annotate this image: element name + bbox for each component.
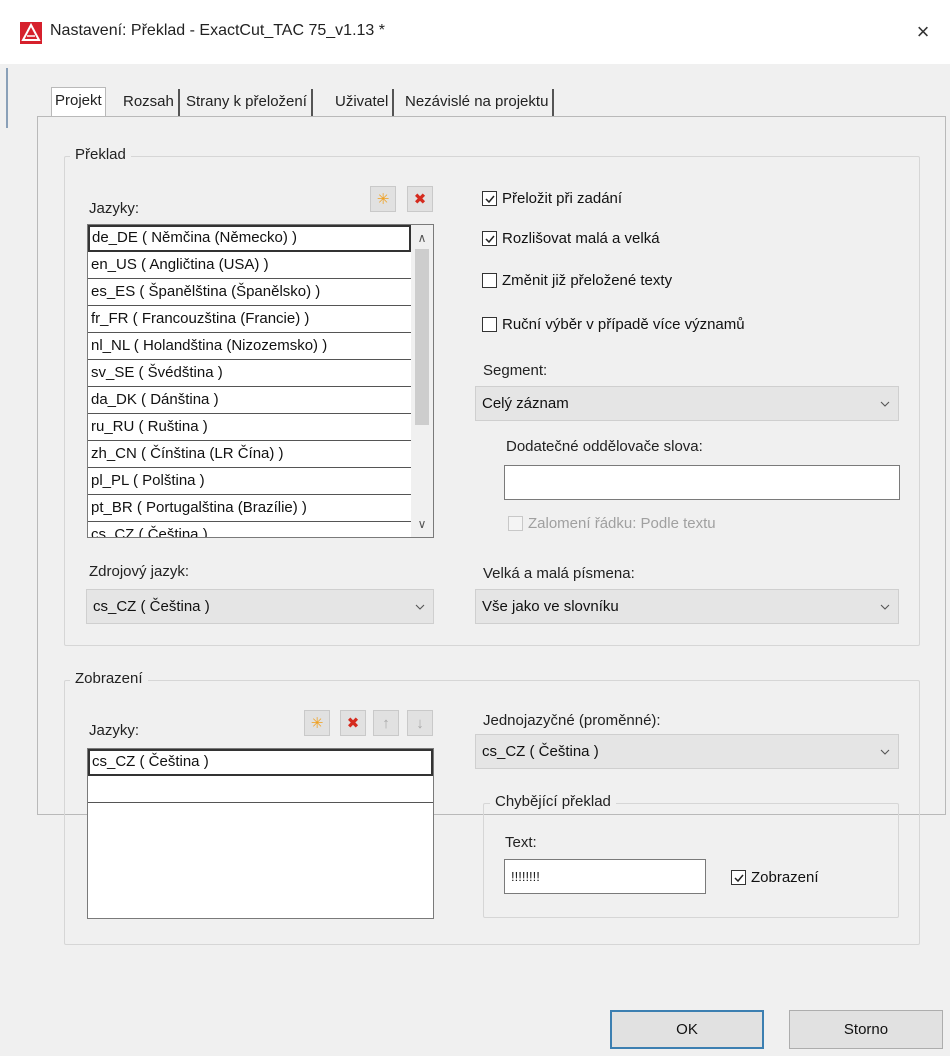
tab-strany[interactable]: Strany k přeložení [182, 89, 313, 117]
checkbox-label: Změnit již přeložené texty [502, 272, 673, 289]
checkbox-checked-icon [482, 191, 497, 206]
close-button[interactable]: × [906, 16, 940, 48]
monolingual-value: cs_CZ ( Čeština ) [482, 743, 599, 760]
tab-uzivatel[interactable]: Uživatel [331, 89, 395, 117]
add-language-button[interactable]: ✳ [370, 186, 396, 212]
group-display-legend: Zobrazení [70, 670, 148, 687]
list-item[interactable]: pt_BR ( Portugalština (Brazílie) ) [88, 495, 411, 522]
source-language-label: Zdrojový jazyk: [89, 563, 190, 580]
star-icon: ✳ [376, 191, 390, 208]
ok-button-label: OK [676, 1021, 698, 1038]
list-item[interactable]: ru_RU ( Ruština ) [88, 414, 411, 441]
list-item[interactable]: fr_FR ( Francouzština (Francie) ) [88, 306, 411, 333]
scroll-up-icon[interactable]: ∧ [411, 229, 433, 247]
list-item[interactable] [88, 776, 433, 803]
case-label: Velká a malá písmena: [483, 565, 635, 582]
delete-icon: ✖ [413, 191, 427, 208]
cancel-button[interactable]: Storno [789, 1010, 943, 1049]
chevron-down-icon [880, 604, 890, 610]
segment-value: Celý záznam [482, 395, 569, 412]
window-title: Nastavení: Překlad - ExactCut_TAC 75_v1.… [50, 22, 385, 39]
show-missing-checkbox[interactable]: Zobrazení [731, 869, 819, 886]
remove-language-button[interactable]: ✖ [407, 186, 433, 212]
translation-languages-list[interactable]: de_DE ( Němčina (Německo) ) en_US ( Angl… [87, 224, 434, 538]
cancel-button-label: Storno [843, 1021, 889, 1038]
remove-display-language-button[interactable]: ✖ [340, 710, 366, 736]
tab-label: Rozsah [123, 93, 174, 110]
monolingual-select[interactable]: cs_CZ ( Čeština ) [475, 734, 899, 769]
manual-selection-checkbox[interactable]: Ruční výběr v případě více významů [482, 316, 745, 333]
list-item[interactable]: sv_SE ( Švédština ) [88, 360, 411, 387]
group-missing-legend: Chybějící překlad [490, 793, 616, 810]
list-item[interactable]: cs_CZ ( Čeština ) [88, 749, 433, 776]
checkbox-disabled-icon [508, 516, 523, 531]
move-down-button[interactable]: ↓ [407, 710, 433, 736]
checkbox-label: Zalomení řádku: Podle textu [528, 515, 716, 532]
missing-text-input[interactable]: !!!!!!!! [504, 859, 706, 894]
list-item[interactable]: es_ES ( Španělština (Španělsko) ) [88, 279, 411, 306]
checkbox-unchecked-icon [482, 273, 497, 288]
chevron-down-icon [415, 604, 425, 610]
chevron-down-icon [880, 401, 890, 407]
window-edge [6, 68, 8, 128]
separators-input[interactable] [504, 465, 900, 500]
missing-text-label: Text: [505, 834, 537, 851]
close-icon: × [916, 19, 930, 44]
arrow-up-icon: ↑ [382, 714, 390, 732]
group-translation-legend: Překlad [70, 146, 131, 163]
checkbox-label: Přeložit při zadání [502, 190, 623, 207]
checkbox-unchecked-icon [482, 317, 497, 332]
display-languages-label: Jazyky: [89, 722, 140, 739]
tab-rozsah[interactable]: Rozsah [119, 89, 180, 117]
title-bar: Nastavení: Překlad - ExactCut_TAC 75_v1.… [0, 0, 950, 64]
source-language-value: cs_CZ ( Čeština ) [93, 598, 210, 615]
separators-label: Dodatečné oddělovače slova: [506, 438, 703, 455]
line-break-checkbox[interactable]: Zalomení řádku: Podle textu [508, 515, 716, 532]
ok-button[interactable]: OK [610, 1010, 764, 1049]
change-translated-checkbox[interactable]: Změnit již přeložené texty [482, 272, 672, 289]
monolingual-label: Jednojazyčné (proměnné): [483, 712, 661, 729]
tab-label: Strany k přeložení [186, 93, 307, 110]
add-display-language-button[interactable]: ✳ [304, 710, 330, 736]
checkbox-label: Ruční výběr v případě více významů [502, 316, 745, 333]
checkbox-label: Rozlišovat malá a velká [502, 230, 660, 247]
list-item[interactable]: zh_CN ( Čínština (LR Čína) ) [88, 441, 411, 468]
arrow-down-icon: ↓ [416, 714, 424, 732]
source-language-select[interactable]: cs_CZ ( Čeština ) [86, 589, 434, 624]
tab-nezavisle[interactable]: Nezávislé na projektu [401, 89, 555, 117]
segment-select[interactable]: Celý záznam [475, 386, 899, 421]
checkbox-label: Zobrazení [751, 869, 819, 886]
list-item[interactable]: pl_PL ( Polština ) [88, 468, 411, 495]
case-value: Vše jako ve slovníku [482, 598, 619, 615]
tab-label: Uživatel [335, 93, 389, 110]
checkbox-checked-icon [731, 870, 746, 885]
case-select[interactable]: Vše jako ve slovníku [475, 589, 899, 624]
tab-label: Nezávislé na projektu [405, 93, 549, 110]
case-sensitive-checkbox[interactable]: Rozlišovat malá a velká [482, 230, 660, 247]
scroll-thumb[interactable] [415, 249, 429, 425]
checkbox-checked-icon [482, 231, 497, 246]
list-item[interactable]: cs_CZ ( Čeština ) [88, 522, 411, 537]
list-item[interactable]: nl_NL ( Holandština (Nizozemsko) ) [88, 333, 411, 360]
list-scrollbar[interactable]: ∧ ∨ [411, 225, 433, 537]
list-item[interactable]: da_DK ( Dánština ) [88, 387, 411, 414]
display-languages-list[interactable]: cs_CZ ( Čeština ) [87, 748, 434, 919]
move-up-button[interactable]: ↑ [373, 710, 399, 736]
languages-label: Jazyky: [89, 200, 140, 217]
tab-label: Projekt [55, 92, 102, 109]
app-logo-icon [20, 22, 42, 44]
segment-label: Segment: [483, 362, 548, 379]
list-item[interactable]: de_DE ( Němčina (Německo) ) [88, 225, 411, 252]
tab-projekt[interactable]: Projekt [51, 87, 106, 117]
list-item[interactable]: en_US ( Angličtina (USA) ) [88, 252, 411, 279]
translate-on-input-checkbox[interactable]: Přeložit při zadání [482, 190, 622, 207]
star-icon: ✳ [310, 715, 324, 732]
chevron-down-icon [880, 749, 890, 755]
delete-icon: ✖ [346, 715, 360, 732]
scroll-down-icon[interactable]: ∨ [411, 515, 433, 533]
